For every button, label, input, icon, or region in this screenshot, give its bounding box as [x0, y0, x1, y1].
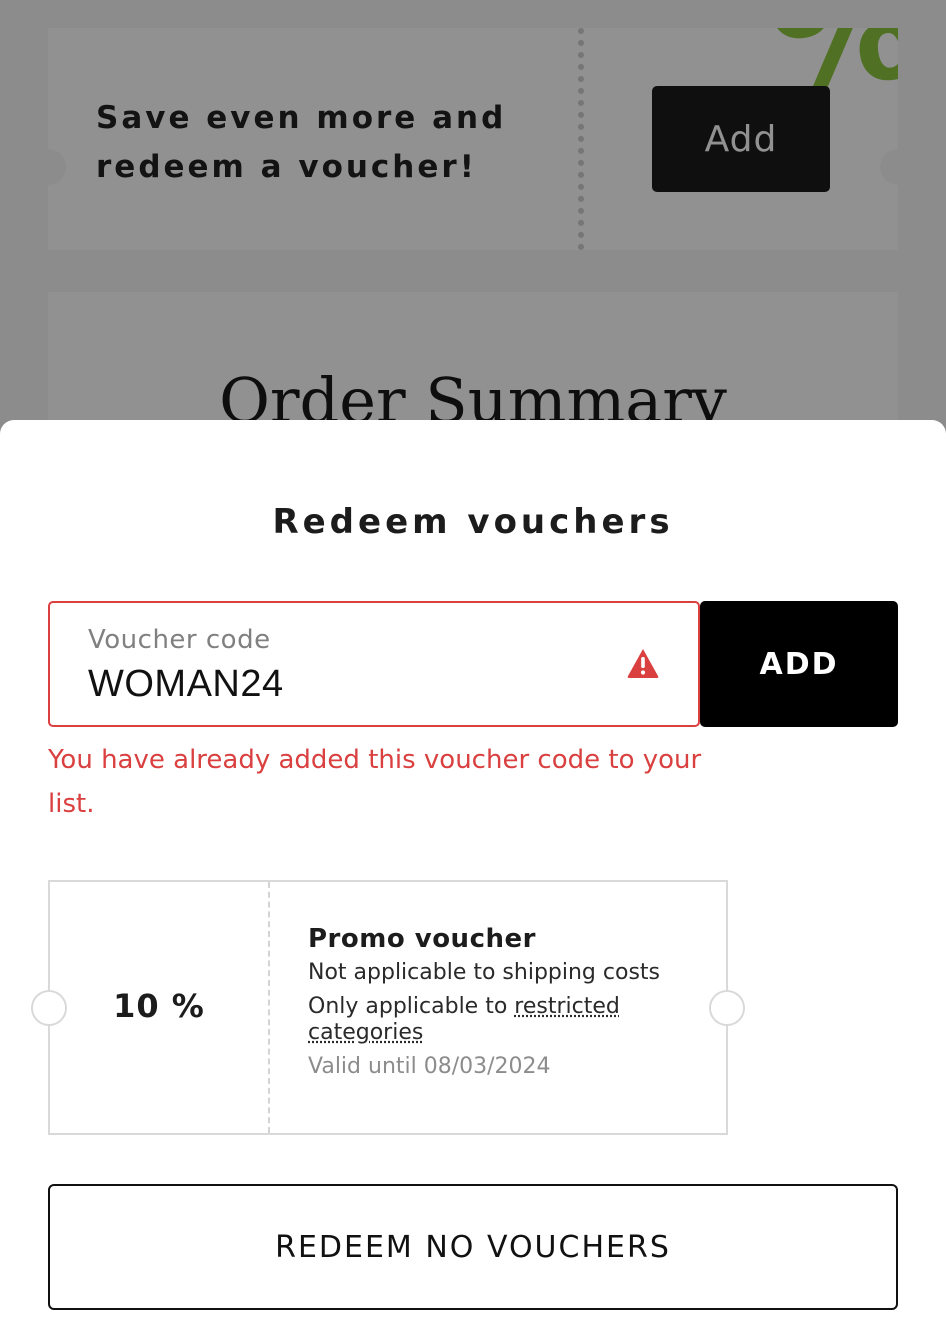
- restriction-prefix: Only applicable to: [308, 994, 515, 1019]
- warning-triangle-icon: [627, 649, 659, 678]
- ticket-divider: [268, 882, 270, 1133]
- sheet-title: Redeem vouchers: [272, 502, 674, 542]
- voucher-details: Promo voucher Not applicable to shipping…: [308, 924, 708, 1080]
- voucher-discount-value: 10 %: [113, 987, 205, 1025]
- add-voucher-button[interactable]: ADD: [700, 601, 898, 727]
- redeem-vouchers-sheet: Redeem vouchers Voucher code ADD You hav…: [0, 420, 946, 1320]
- voucher-name: Promo voucher: [308, 924, 536, 954]
- voucher-restriction-note: Only applicable to restricted categories: [308, 994, 708, 1046]
- redeem-no-vouchers-button[interactable]: REDEEM NO VOUCHERS: [48, 1184, 898, 1310]
- voucher-code-label: Voucher code: [88, 625, 271, 655]
- ticket-notch-right: [709, 990, 745, 1026]
- voucher-validity: Valid until 08/03/2024: [308, 1054, 551, 1079]
- voucher-code-field[interactable]: Voucher code: [48, 601, 700, 727]
- voucher-code-input[interactable]: [88, 659, 608, 709]
- voucher-shipping-note: Not applicable to shipping costs: [308, 960, 660, 985]
- voucher-error-message: You have already added this voucher code…: [48, 745, 702, 819]
- voucher-card[interactable]: 10 % Promo voucher Not applicable to shi…: [31, 880, 745, 1135]
